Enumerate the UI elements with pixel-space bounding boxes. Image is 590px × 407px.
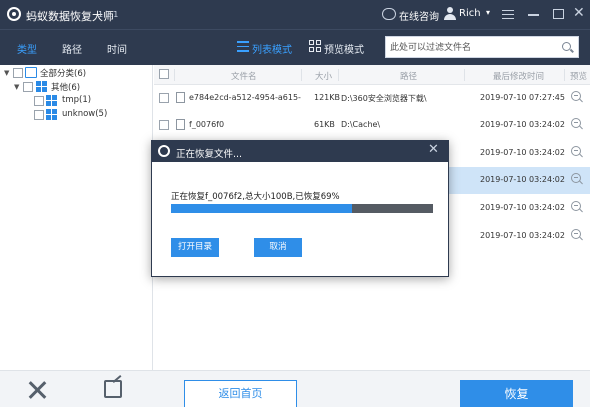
chat-icon[interactable]	[382, 8, 396, 20]
online-consult-link[interactable]: 在线咨询	[399, 8, 439, 23]
expand-icon[interactable]: ▼	[14, 83, 19, 91]
export-icon[interactable]	[104, 380, 122, 398]
progress-fill	[171, 204, 352, 213]
checkbox[interactable]	[34, 96, 44, 106]
cell-time: 2019-07-10 07:27:45	[480, 93, 565, 102]
app-logo-icon	[7, 7, 21, 21]
home-button[interactable]: 返回首页	[184, 380, 297, 407]
tab-path[interactable]: 路径	[62, 41, 82, 56]
zoom-preview-icon[interactable]	[571, 201, 581, 211]
cell-time: 2019-07-10 03:24:02	[480, 175, 565, 184]
dialog-close-icon[interactable]: ✕	[428, 143, 439, 157]
column-header-time[interactable]: 最后修改时间	[493, 70, 544, 82]
column-header-preview: 预览	[570, 72, 588, 82]
bottom-bar: 返回首页 恢复	[0, 370, 590, 407]
title-bar: 蚂蚁数据恢复大师 1.1.1 在线咨询 Rich ▾ ✕	[0, 0, 590, 29]
maximize-button[interactable]	[553, 9, 564, 19]
app-logo-icon	[158, 145, 170, 157]
tab-time[interactable]: 时间	[107, 41, 127, 56]
tree-item-other[interactable]: ▼ 其他(6)	[0, 81, 150, 94]
cell-name: e784e2cd-a512-4954-a615-b640	[189, 93, 301, 102]
cell-name: f_0076f0	[189, 120, 225, 129]
cell-size: 121KB	[314, 93, 341, 102]
cell-time: 2019-07-10 03:24:02	[480, 231, 565, 240]
zoom-preview-icon[interactable]	[571, 91, 581, 101]
row-checkbox[interactable]	[159, 120, 169, 130]
file-icon	[176, 119, 185, 130]
user-icon[interactable]	[444, 7, 456, 21]
search-box	[385, 36, 579, 58]
zoom-preview-icon[interactable]	[571, 229, 581, 239]
tree-item-all[interactable]: ▼ 全部分类(6)	[0, 67, 150, 80]
cell-path: D:\Cache\	[341, 120, 381, 129]
menu-icon[interactable]	[502, 10, 514, 19]
column-header-path[interactable]: 路径	[400, 70, 417, 82]
cell-time: 2019-07-10 03:24:02	[480, 203, 565, 212]
checkbox[interactable]	[13, 68, 23, 78]
table-row[interactable]: e784e2cd-a512-4954-a615-b640 121KB D:\36…	[154, 85, 590, 112]
cell-path: D:\360安全浏览器下载\	[341, 94, 427, 103]
tree-item-label: unknow(5)	[62, 109, 108, 119]
progress-bar	[171, 204, 433, 213]
tree-item-label: 全部分类(6)	[40, 69, 87, 79]
column-header-size[interactable]: 大小	[315, 70, 332, 82]
toolbar: 类型 路径 时间 列表模式 预览模式	[0, 29, 590, 65]
dialog-title-bar: 正在恢复文件... ✕	[152, 141, 448, 162]
recovery-progress-dialog: 正在恢复文件... ✕ 正在恢复f_0076f2,总大小100B,已恢复69% …	[151, 140, 449, 277]
tab-type[interactable]: 类型	[17, 41, 37, 56]
cancel-button[interactable]: 取消	[254, 238, 302, 257]
windows-icon	[46, 95, 58, 106]
windows-icon	[36, 81, 48, 92]
checkbox[interactable]	[23, 82, 33, 92]
zoom-preview-icon[interactable]	[571, 173, 581, 183]
app-version: 1.1.1	[98, 10, 119, 19]
row-checkbox[interactable]	[159, 93, 169, 103]
close-window-button[interactable]: ✕	[573, 6, 585, 20]
app-window: 蚂蚁数据恢复大师 1.1.1 在线咨询 Rich ▾ ✕ 类型 路径 时间 列表…	[0, 0, 590, 407]
recover-button[interactable]: 恢复	[460, 380, 573, 407]
open-directory-button[interactable]: 打开目录	[171, 238, 219, 257]
cell-time: 2019-07-10 03:24:02	[480, 148, 565, 157]
column-header-name[interactable]: 文件名	[231, 70, 257, 82]
list-mode-button[interactable]: 列表模式	[252, 41, 292, 56]
category-tree: ▼ 全部分类(6) ▼ 其他(6) tmp(1) unknow(5)	[0, 65, 153, 370]
tree-item-tmp[interactable]: tmp(1)	[0, 95, 150, 108]
tree-item-label: 其他(6)	[51, 83, 81, 93]
file-icon	[176, 92, 185, 103]
zoom-preview-icon[interactable]	[571, 118, 581, 128]
cell-time: 2019-07-10 03:24:02	[480, 120, 565, 129]
preview-mode-button[interactable]: 预览模式	[324, 41, 364, 56]
grid-mode-icon[interactable]	[309, 40, 321, 52]
zoom-preview-icon[interactable]	[571, 146, 581, 156]
select-all-checkbox[interactable]	[159, 69, 169, 79]
table-row[interactable]: f_0076f0 61KB D:\Cache\ 2019-07-10 03:24…	[154, 112, 590, 139]
expand-icon[interactable]: ▼	[4, 69, 9, 77]
chevron-down-icon[interactable]: ▾	[486, 8, 490, 17]
dialog-title: 正在恢复文件...	[176, 149, 243, 160]
minimize-button[interactable]	[528, 14, 539, 16]
windows-icon	[46, 109, 58, 120]
tools-icon[interactable]	[26, 379, 48, 401]
checkbox[interactable]	[34, 110, 44, 120]
tree-item-unknow[interactable]: unknow(5)	[0, 109, 150, 122]
recovery-status-text: 正在恢复f_0076f2,总大小100B,已恢复69%	[171, 192, 340, 202]
search-icon[interactable]	[562, 42, 571, 51]
monitor-icon	[25, 67, 37, 78]
user-name[interactable]: Rich	[459, 8, 481, 19]
search-input[interactable]	[390, 40, 550, 55]
tree-item-label: tmp(1)	[62, 95, 92, 105]
list-mode-icon[interactable]	[237, 41, 249, 52]
table-header: 文件名 大小 路径 最后修改时间 预览	[154, 65, 590, 85]
cell-size: 61KB	[314, 120, 335, 129]
